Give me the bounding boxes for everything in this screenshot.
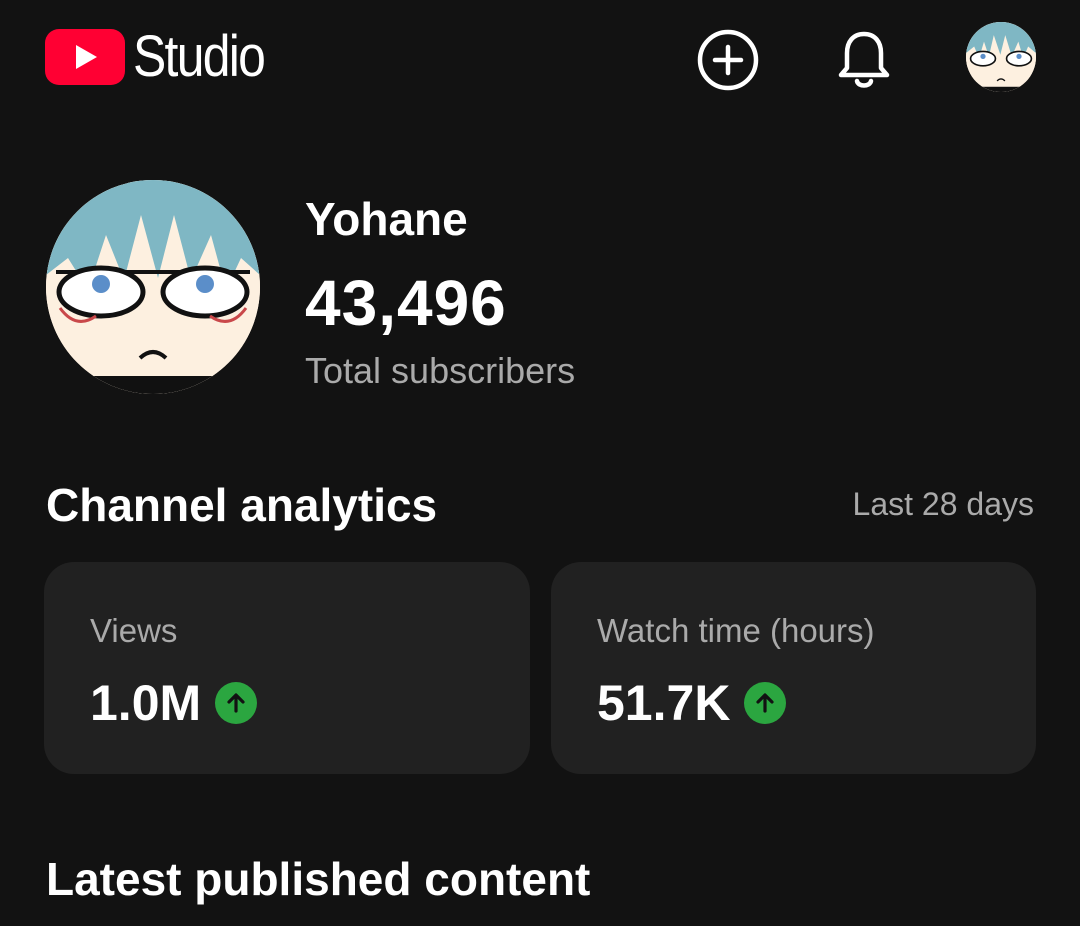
- views-label: Views: [90, 612, 178, 649]
- create-button[interactable]: [692, 24, 764, 96]
- youtube-studio-logo[interactable]: Studio: [45, 28, 285, 86]
- trend-up-icon: [215, 682, 258, 724]
- notifications-button[interactable]: [828, 24, 900, 96]
- watch-time-label: Watch time (hours): [597, 612, 875, 649]
- bell-icon: [838, 31, 890, 88]
- logo-text: Studio: [133, 24, 266, 89]
- subscriber-count: 43,496: [305, 267, 507, 339]
- add-circle-icon: [697, 29, 759, 91]
- channel-avatar[interactable]: [46, 180, 260, 394]
- avatar-face-icon: [46, 180, 260, 394]
- account-avatar[interactable]: [966, 22, 1036, 92]
- studio-dashboard: Studio Yohane 43,496 Total subscribers C…: [0, 0, 1080, 926]
- period-selector[interactable]: Last 28 days: [853, 486, 1034, 523]
- channel-analytics-title: Channel analytics: [46, 479, 438, 531]
- avatar-face-icon: [966, 22, 1036, 92]
- views-card[interactable]: Views 1.0M: [44, 562, 530, 774]
- watch-time-value: 51.7K: [597, 675, 731, 731]
- youtube-play-icon: [45, 29, 125, 85]
- trend-up-icon: [744, 682, 787, 724]
- channel-name: Yohane: [305, 193, 468, 245]
- latest-content-title: Latest published content: [46, 853, 591, 905]
- views-value: 1.0M: [90, 675, 202, 731]
- watch-time-card[interactable]: Watch time (hours) 51.7K: [551, 562, 1036, 774]
- subscriber-label: Total subscribers: [305, 350, 576, 391]
